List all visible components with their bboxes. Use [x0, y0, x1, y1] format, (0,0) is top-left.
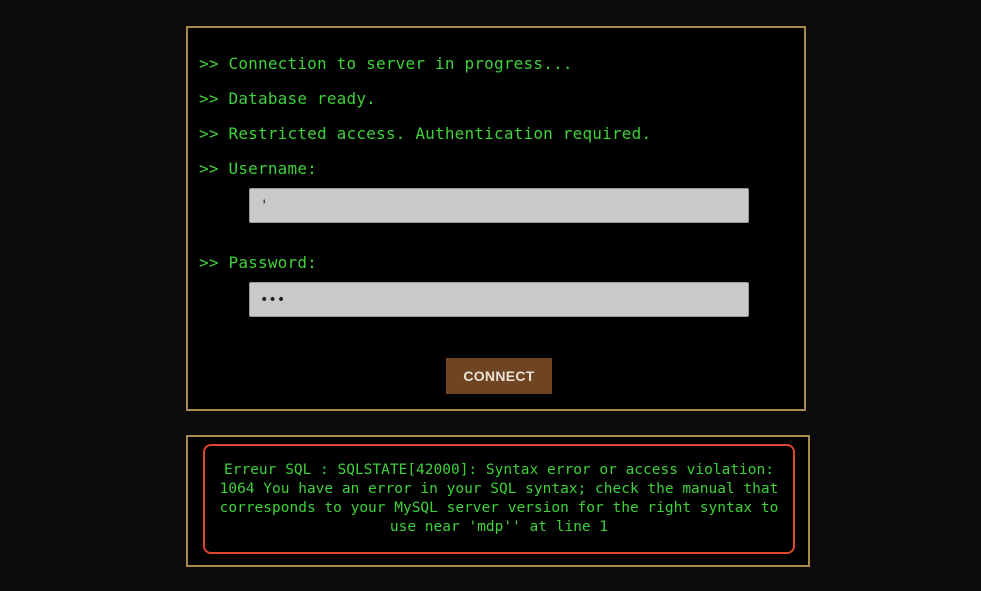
error-panel: Erreur SQL : SQLSTATE[42000]: Syntax err…: [186, 435, 810, 567]
status-line-restricted: >> Restricted access. Authentication req…: [199, 124, 652, 143]
connect-button[interactable]: CONNECT: [446, 358, 552, 394]
password-label: >> Password:: [199, 253, 317, 272]
username-label: >> Username:: [199, 159, 317, 178]
username-input[interactable]: [249, 188, 749, 223]
password-input[interactable]: [249, 282, 749, 317]
login-terminal: >> Connection to server in progress... >…: [186, 26, 806, 411]
status-line-connection: >> Connection to server in progress...: [199, 54, 573, 73]
error-message-box: Erreur SQL : SQLSTATE[42000]: Syntax err…: [203, 444, 795, 554]
sql-error-message: Erreur SQL : SQLSTATE[42000]: Syntax err…: [219, 462, 779, 535]
status-line-database: >> Database ready.: [199, 89, 376, 108]
